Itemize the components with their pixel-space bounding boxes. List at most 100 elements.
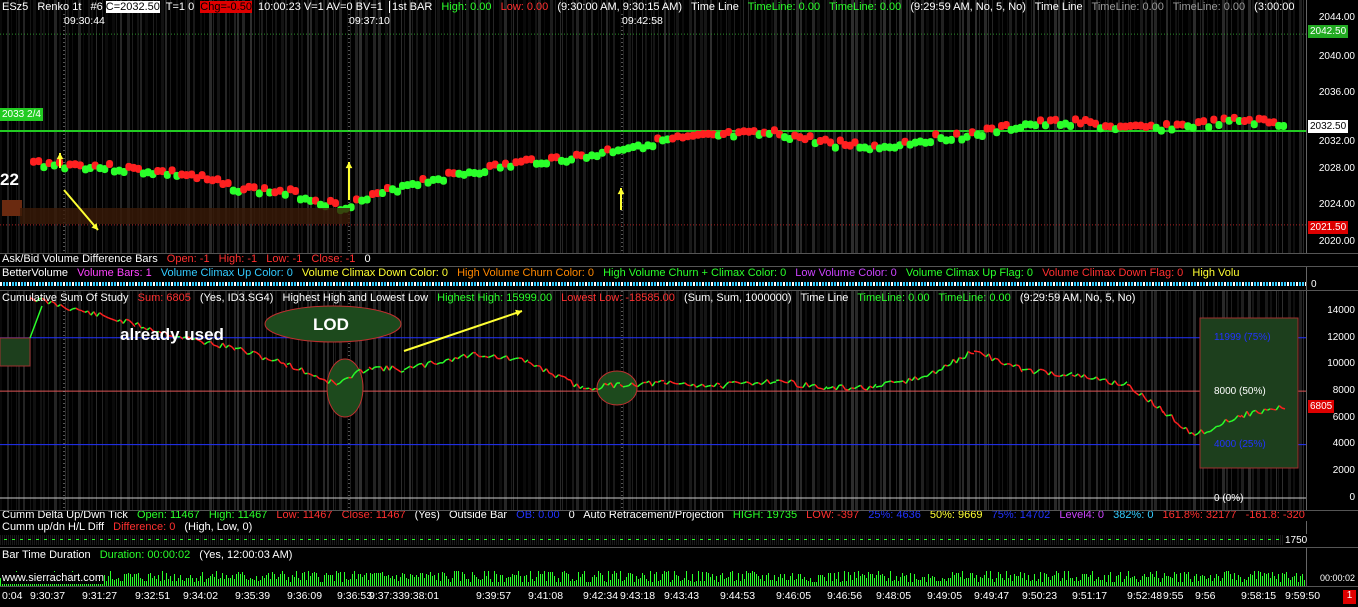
duration-bar [866,578,867,586]
cumsum-segment [1060,375,1063,376]
bg-stripe [1058,535,1059,545]
bv-item: Volume Climax Up Color: 0 [161,267,293,279]
time-tick-label: 9:59:50 [1285,590,1320,602]
cd-name: Cumm Delta Up/Dwn Tick [2,511,128,521]
duration-bar [644,575,645,586]
highlight-ellipse [597,371,637,405]
duration-bar [626,577,627,586]
bg-stripe [400,535,401,545]
alert-badge[interactable]: 1 [1343,590,1356,604]
volume-bar [852,282,854,286]
diff-mark [572,539,575,540]
volume-bar [213,282,215,286]
bg-stripe [1018,535,1019,545]
volume-bar [399,282,401,286]
diff-mark [220,539,223,540]
duration-bar [1134,576,1135,586]
volume-bar [1278,282,1280,286]
cumsum-panel[interactable]: Cumulative Sum Of Study Sum: 6805 (Yes, … [0,291,1306,510]
bg-stripe [704,535,705,545]
bg-stripe [962,535,963,545]
duration-bar [206,579,207,586]
chart-number-label: #6 [90,1,102,13]
diff-mark [996,539,999,540]
cumsum-segment [638,384,641,386]
cumsum-segment [930,371,933,374]
volume-bar [1191,282,1193,286]
volume-bar [1182,282,1184,286]
volume-bar [102,282,104,286]
volume-bar [624,282,626,286]
duration-bar [310,576,311,586]
renko-brick [1158,127,1165,135]
volume-bar [522,282,524,286]
volume-bar [216,282,218,286]
duration-bar [0,578,1,586]
cummupdn-panel[interactable]: Cumm up/dn H/L Diff Difference: 0 (High,… [0,521,1306,547]
volume-bar [819,282,821,286]
bg-stripe [1216,535,1217,545]
cumsum-segment [461,354,464,356]
duration-bar [346,579,347,586]
volume-bar [729,282,731,286]
renko-brick [35,157,42,165]
diff-mark [268,539,271,540]
diff-mark [1124,539,1127,540]
price-scale[interactable]: 2044.00 2040.00 2036.00 2032.00 2028.00 … [1306,0,1358,253]
duration-bar [798,574,799,586]
duration-bar [1038,579,1039,586]
cumsum-segment [714,383,717,387]
cd-ob: Outside Bar [449,511,507,521]
volume-bar [396,282,398,286]
timeline-args-1: (9:29:59 AM, No, 5, No) [910,1,1026,13]
cumsum-chart[interactable] [0,291,1306,510]
bg-stripe [1258,535,1259,545]
duration-bar [384,576,385,586]
volume-bar [813,282,815,286]
bg-stripe [346,535,347,545]
renko-brick [481,168,488,176]
bartime-panel[interactable]: Bar Time Duration Duration: 00:00:02 (Ye… [0,548,1306,586]
volume-bar [249,282,251,286]
volume-bar [60,282,62,286]
volume-bar [189,282,191,286]
askbid-panel[interactable]: Ask/Bid Volume Difference Bars Open: -1 … [0,254,1306,266]
volume-bar [78,282,80,286]
renko-brick [807,132,814,140]
volume-bar [921,282,923,286]
volume-bar [1260,282,1262,286]
duration-bar [1146,577,1147,586]
diff-mark [660,539,663,540]
duration-bar [1256,579,1257,586]
bg-stripe [1160,535,1161,545]
bg-stripe [722,535,723,545]
volume-bar [222,282,224,286]
bg-stripe [144,535,145,545]
bt-scale-tick: 00:00:02 [1320,573,1355,583]
bg-stripe [730,535,731,545]
volume-bar [975,282,977,286]
volume-bar [375,282,377,286]
time-tick-label: 9:31:27 [82,590,117,602]
volume-bar [204,282,206,286]
time-tick-label: 9:51:17 [1072,590,1107,602]
duration-bar [252,579,253,586]
volume-bar [1011,282,1013,286]
duration-bar [558,578,559,586]
bg-stripe [666,535,667,545]
bg-stripe [106,535,107,545]
volume-bar [960,282,962,286]
price-panel[interactable]: ESz5 Renko 1t #6 C=2032.50 T=1 0 Chg=-0.… [0,0,1306,253]
cumsum-segment [1163,411,1166,416]
volume-bar [84,282,86,286]
duration-bar [154,576,155,586]
bettervolume-panel[interactable]: BetterVolume Volume Bars: 1 Volume Clima… [0,267,1306,290]
cumsum-scale[interactable]: 14000 12000 10000 8000 6000 4000 2000 0 … [1306,291,1358,510]
bg-stripe [1272,535,1273,545]
bg-stripe [1050,535,1051,545]
cummdelta-panel[interactable]: Cumm Delta Up/Dwn Tick Open: 11467 High:… [0,511,1306,521]
volume-bar [384,282,386,286]
duration-bar [1200,576,1201,586]
price-chart[interactable] [0,0,1306,253]
duration-bar [922,577,923,586]
